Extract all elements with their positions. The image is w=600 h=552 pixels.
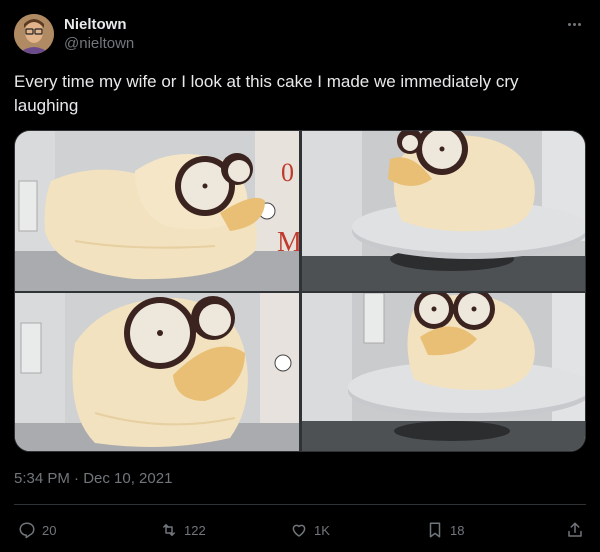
media-grid: 0 M [14,130,586,452]
timestamp[interactable]: 5:34 PM · Dec 10, 2021 [14,470,172,487]
handle[interactable]: @nieltown [64,34,134,54]
divider [14,504,586,505]
retweet-count: 122 [184,522,206,538]
like-icon [292,524,306,537]
svg-text:0: 0 [281,158,294,187]
bookmark-icon [429,522,441,538]
avatar[interactable] [14,14,54,54]
bookmark-count: 18 [450,522,465,538]
cake-photo-3[interactable] [15,293,299,451]
more-icon[interactable] [562,14,586,34]
like-count: 1K [314,522,330,538]
display-name[interactable]: Nieltown [64,16,134,34]
like-button[interactable]: 1K [290,518,330,542]
share-icon [568,522,582,537]
tweet-header: Nieltown @nieltown [14,14,586,58]
reply-icon [19,522,35,539]
cake-photo-2[interactable] [302,131,585,291]
share-button[interactable] [566,518,584,542]
bookmark-button[interactable]: 18 [426,518,464,542]
action-bar: 20 122 1K 18 [14,518,586,542]
cake-photo-4[interactable] [302,293,585,451]
author-names: Nieltown @nieltown [64,16,134,54]
reply-button[interactable]: 20 [18,518,56,542]
tweet: Nieltown @nieltown Every time my wife or… [0,0,600,552]
cake-photo-1[interactable]: 0 M [15,131,299,291]
tweet-text: Every time my wife or I look at this cak… [14,72,519,115]
retweet-button[interactable]: 122 [160,518,206,542]
reply-count: 20 [42,522,57,538]
retweet-icon [163,524,175,536]
